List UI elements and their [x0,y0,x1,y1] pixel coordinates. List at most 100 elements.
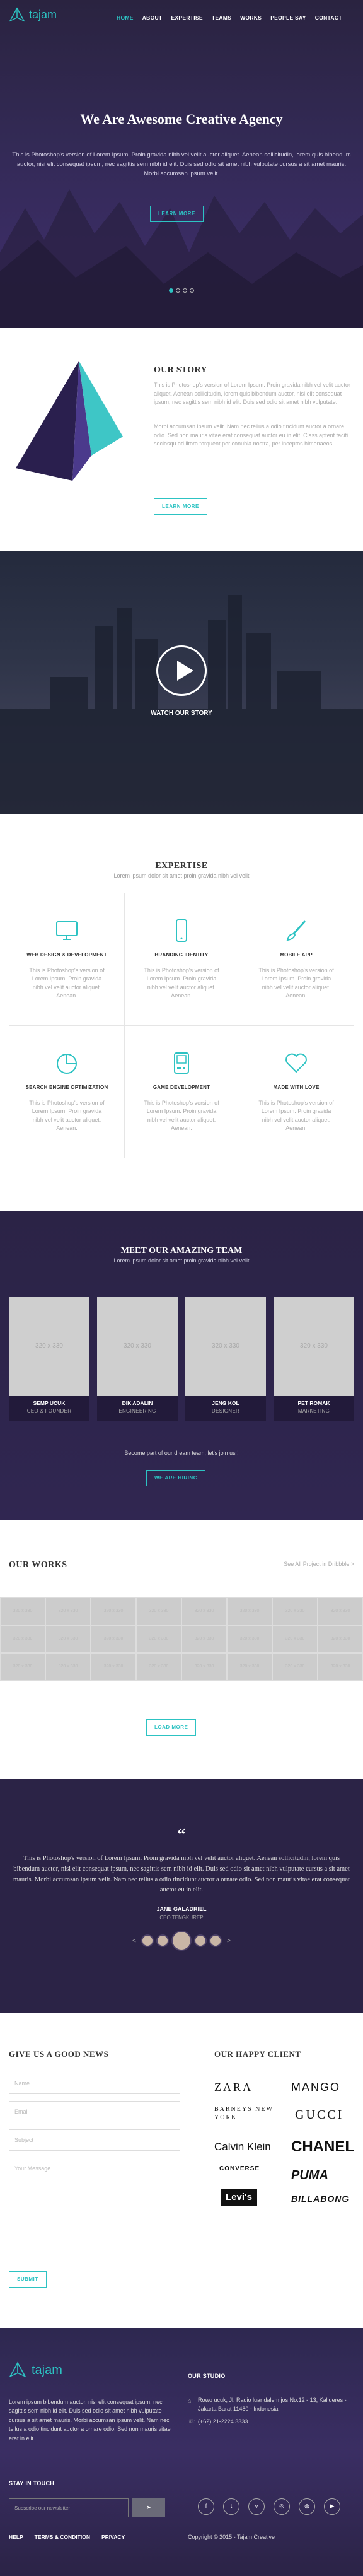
expertise-section: EXPERTISE Lorem ipsum dolor sit amet pro… [0,814,363,1211]
menu-item-works[interactable]: WORKS [240,14,262,22]
story-paragraph-2: Morbi accumsan ipsum velit. Nam nec tell… [154,423,349,447]
portfolio-tile[interactable]: 320 x 330 [91,1625,136,1653]
play-video-button[interactable] [156,645,207,696]
portfolio-tile[interactable]: 320 x 330 [91,1597,136,1625]
client-logo: CONVERSE [219,2165,260,2172]
portfolio-tile[interactable]: 320 x 330 [227,1597,272,1625]
expertise-desc: This is Photoshop's version of Lorem Ips… [144,1099,219,1132]
contact-section: GIVE US A GOOD NEWS OUR HAPPY CLIENT Nam… [0,2013,363,2328]
team-member-card[interactable]: 320 x 330 JENG KOL DESIGNER [185,1297,266,1421]
portfolio-tile[interactable]: 320 x 330 [0,1597,45,1625]
footer-link-privacy[interactable]: PRIVACY [101,2533,125,2541]
prev-arrow[interactable]: < [132,1936,136,1946]
menu-item-contact[interactable]: CONTACT [315,14,342,22]
portfolio-grid: 320 x 330 320 x 330 320 x 330 320 x 330 320 … [0,1597,363,1681]
portfolio-tile[interactable]: 320 x 330 [227,1625,272,1653]
client-logo: GUCCI [295,2108,344,2122]
facebook-icon[interactable]: f [198,2498,214,2515]
logo[interactable]: tajam [9,6,57,23]
hero-learn-more-button[interactable]: LEARN MORE [150,206,204,222]
portfolio-tile[interactable]: 320 x 330 [272,1653,318,1681]
menu-item-expertise[interactable]: EXPERTISE [171,14,202,22]
portfolio-tile[interactable]: 320 x 330 [45,1653,91,1681]
portfolio-tile[interactable]: 320 x 330 [45,1597,91,1625]
slider-dot-1[interactable] [169,288,173,293]
dribbble-icon[interactable]: ◍ [299,2498,315,2515]
twitter-icon[interactable]: t [223,2498,239,2515]
portfolio-tile[interactable]: 320 x 330 [182,1597,227,1625]
studio-phone: ☏ (+62) 21-2224 3333 [188,2418,352,2426]
portfolio-tile[interactable]: 320 x 330 [182,1653,227,1681]
testimonial-name: JANE GALADRIEL [156,1906,207,1912]
avatar[interactable] [194,1934,207,1947]
portfolio-tile[interactable]: 320 x 330 [227,1653,272,1681]
story-paragraph-1: This is Photoshop's version of Lorem Ips… [154,382,350,405]
team-member-card[interactable]: 320 x 330 SEMP UCUK CEO & FOUNDER [9,1297,89,1421]
send-button[interactable]: ➤ [132,2498,165,2517]
portfolio-tile[interactable]: 320 x 330 [272,1625,318,1653]
dribbble-link[interactable]: See All Project in Dribbble > [284,1560,354,1569]
slider-dot-3[interactable] [183,288,187,293]
pie-chart-icon [57,1054,77,1074]
portfolio-tile[interactable]: 320 x 330 [318,1597,363,1625]
portfolio-tile[interactable]: 320 x 330 [136,1625,182,1653]
expertise-name: WEB DESIGN & DEVELOPMENT [26,951,107,958]
client-logo: PUMA [291,2168,328,2182]
portfolio-tile[interactable]: 320 x 330 [272,1597,318,1625]
footer-link-help[interactable]: HELP [9,2533,23,2541]
youtube-icon[interactable]: ▶ [324,2498,340,2515]
vimeo-icon[interactable]: v [248,2498,265,2515]
email-field[interactable]: Email [9,2101,180,2122]
works-title: OUR WORKS [9,1560,67,1570]
expertise-item: SEARCH ENGINE OPTIMIZATION This is Photo… [9,1025,124,1158]
quote-icon: “ [177,1825,186,1844]
studio-address: ⌂ Rowo ucuk, Jl. Radio luar dalem jos No… [188,2396,352,2413]
subject-field[interactable]: Subject [9,2129,180,2151]
team-member-card[interactable]: 320 x 330 DIK ADALIN ENGINEERING [97,1297,178,1421]
monitor-icon [56,921,78,940]
submit-button[interactable]: SUBMIT [9,2271,47,2288]
portfolio-tile[interactable]: 320 x 330 [0,1653,45,1681]
hero-title: We Are Awesome Creative Agency [80,111,283,127]
name-field[interactable]: Name [9,2073,180,2094]
menu-item-about[interactable]: ABOUT [142,14,163,22]
portfolio-tile[interactable]: 320 x 330 [0,1625,45,1653]
menu-item-teams[interactable]: TEAMS [212,14,231,22]
instagram-icon[interactable]: ◎ [274,2498,290,2515]
member-name: DIK ADALIN [122,1400,153,1406]
load-more-button[interactable]: LOAD MORE [146,1719,197,1736]
client-logo: MANGO [291,2081,341,2093]
avatar[interactable] [156,1934,169,1947]
newsletter-input[interactable]: Subscribe our newsletter [9,2498,129,2517]
portfolio-tile[interactable]: 320 x 330 [91,1653,136,1681]
footer-links: HELP TERMS & CONDITION PRIVACY [9,2533,125,2541]
footer-link-terms[interactable]: TERMS & CONDITION [35,2533,90,2541]
portfolio-tile[interactable]: 320 x 330 [136,1597,182,1625]
slider-dot-4[interactable] [190,288,194,293]
pyramid-illustration [16,361,123,481]
portfolio-tile[interactable]: 320 x 330 [45,1625,91,1653]
portfolio-tile[interactable]: 320 x 330 [318,1625,363,1653]
hiring-button[interactable]: WE ARE HIRING [146,1470,206,1486]
menu-item-people-say[interactable]: PEOPLE SAY [270,14,306,22]
slider-dot-2[interactable] [176,288,180,293]
team-cta-text: Become part of our dream team, let's joi… [124,1450,239,1456]
footer-logo[interactable]: tajam [9,2361,62,2380]
portfolio-tile[interactable]: 320 x 330 [182,1625,227,1653]
footer: tajam Lorem ipsum bibendum auctor, nisi … [0,2328,363,2576]
message-field[interactable]: Your Message [9,2158,180,2252]
client-logo: Calvin Klein [214,2141,271,2153]
logo-icon [9,6,25,22]
team-member-card[interactable]: 320 x 330 PET ROMAK MARKETING [274,1297,354,1421]
story-learn-more-button[interactable]: LEARN MORE [154,498,207,515]
avatar-active[interactable] [171,1931,192,1951]
stay-in-touch-title: STAY IN TOUCH [9,2480,55,2486]
main-menu: HOME ABOUT EXPERTISE TEAMS WORKS PEOPLE … [117,14,342,22]
avatar[interactable] [209,1934,222,1947]
team-section: MEET OUR AMAZING TEAM Lorem ipsum dolor … [0,1211,363,1520]
menu-item-home[interactable]: HOME [117,14,134,22]
next-arrow[interactable]: > [227,1936,231,1946]
portfolio-tile[interactable]: 320 x 330 [136,1653,182,1681]
portfolio-tile[interactable]: 320 x 330 [318,1653,363,1681]
avatar[interactable] [141,1934,154,1947]
